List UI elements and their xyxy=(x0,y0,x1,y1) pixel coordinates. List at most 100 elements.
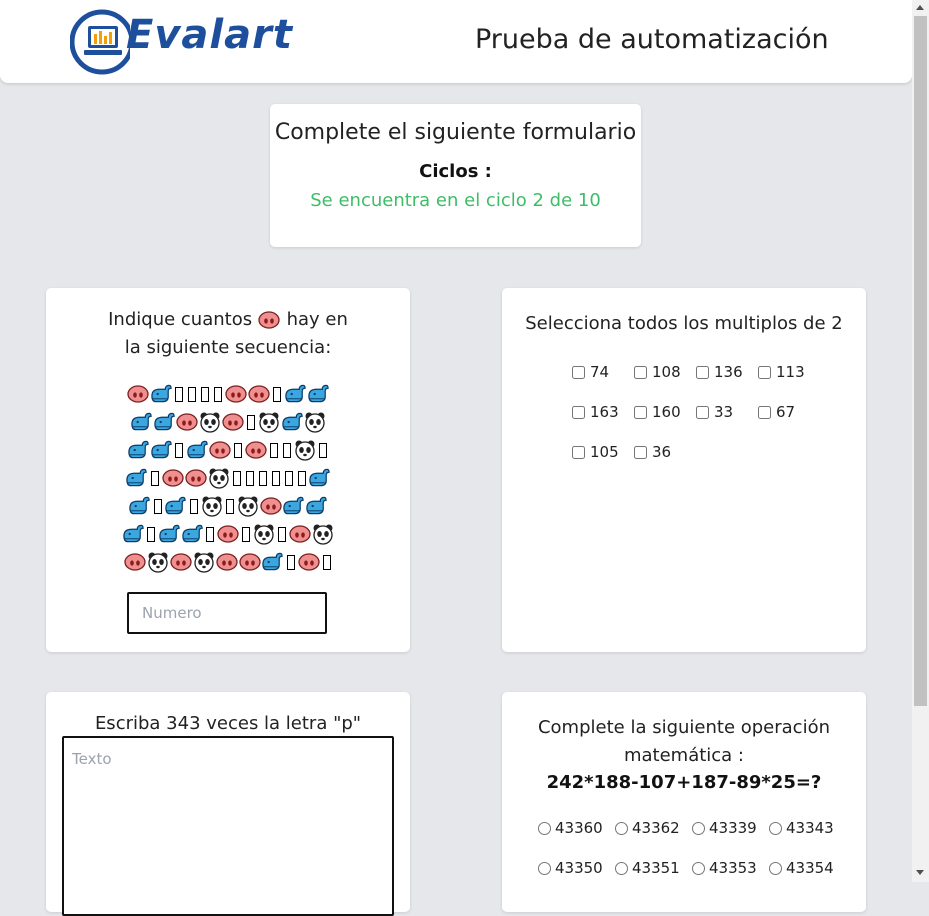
status-card: Complete el siguiente formulario Ciclos … xyxy=(270,104,641,247)
multiple-checkbox[interactable] xyxy=(572,405,585,419)
scroll-up-arrow-icon[interactable] xyxy=(916,5,924,10)
math-radio[interactable] xyxy=(692,861,705,875)
option-label: 43353 xyxy=(709,859,757,877)
multiple-checkbox[interactable] xyxy=(758,365,771,379)
whale-icon xyxy=(186,438,209,462)
missing-glyph-icon xyxy=(269,466,282,490)
whale-icon xyxy=(130,410,153,434)
multiple-checkbox[interactable] xyxy=(696,365,709,379)
count-input[interactable] xyxy=(127,592,327,634)
multiple-option[interactable]: 33 xyxy=(696,403,758,421)
option-label: 67 xyxy=(776,403,796,421)
math-radio[interactable] xyxy=(692,821,705,835)
missing-glyph-icon xyxy=(212,382,225,406)
multiple-option[interactable]: 105 xyxy=(572,443,634,461)
multiple-checkbox[interactable] xyxy=(696,405,709,419)
pig-nose-icon xyxy=(258,308,281,332)
math-option[interactable]: 43354 xyxy=(769,859,846,877)
missing-glyph-icon xyxy=(240,522,253,546)
multiple-option[interactable]: 108 xyxy=(634,363,696,381)
math-option[interactable]: 43339 xyxy=(692,819,769,837)
pig-nose-icon xyxy=(259,494,282,518)
math-options: 43360 43362 43339 43343 43350 43351 43353 43354 xyxy=(538,808,846,888)
panda-icon xyxy=(146,550,169,574)
math-radio[interactable] xyxy=(538,821,551,835)
math-radio[interactable] xyxy=(615,821,628,835)
scroll-down-arrow-icon[interactable] xyxy=(916,870,924,875)
panda-icon xyxy=(236,494,259,518)
math-option[interactable]: 43360 xyxy=(538,819,615,837)
multiple-option[interactable]: 136 xyxy=(696,363,758,381)
missing-glyph-icon xyxy=(151,494,164,518)
panda-icon xyxy=(199,410,222,434)
option-label: 43351 xyxy=(632,859,680,877)
options-row: 163 160 33 67 xyxy=(572,392,820,432)
evalart-logo[interactable]: Evalart xyxy=(69,8,320,78)
question-line2: la siguiente secuencia: xyxy=(124,337,332,358)
multiple-option[interactable]: 67 xyxy=(758,403,820,421)
multiple-checkbox[interactable] xyxy=(634,365,647,379)
multiple-option[interactable]: 36 xyxy=(634,443,696,461)
panda-icon xyxy=(192,550,215,574)
multiple-checkbox[interactable] xyxy=(634,445,647,459)
math-option[interactable]: 43362 xyxy=(615,819,692,837)
missing-glyph-icon xyxy=(320,550,333,574)
multiple-option[interactable]: 113 xyxy=(758,363,820,381)
page-scrollbar[interactable] xyxy=(912,0,929,882)
multiple-option[interactable]: 74 xyxy=(572,363,634,381)
options-row: 105 36 xyxy=(572,432,820,472)
math-option[interactable]: 43350 xyxy=(538,859,615,877)
cycles-status: Se encuentra en el ciclo 2 de 10 xyxy=(310,190,601,211)
missing-glyph-icon xyxy=(186,382,199,406)
whale-icon xyxy=(125,466,148,490)
missing-glyph-icon xyxy=(230,466,243,490)
math-radio[interactable] xyxy=(538,861,551,875)
math-option[interactable]: 43351 xyxy=(615,859,692,877)
cycles-label: Ciclos : xyxy=(419,161,492,182)
math-radio[interactable] xyxy=(769,821,782,835)
option-label: 105 xyxy=(590,443,619,461)
whale-icon xyxy=(282,494,305,518)
multiple-checkbox[interactable] xyxy=(572,445,585,459)
whale-icon xyxy=(150,438,173,462)
whale-icon xyxy=(153,410,176,434)
multiple-checkbox[interactable] xyxy=(758,405,771,419)
sequence-row xyxy=(122,520,335,548)
scroll-thumb[interactable] xyxy=(914,16,927,706)
multiple-option[interactable]: 160 xyxy=(634,403,696,421)
math-radio[interactable] xyxy=(615,861,628,875)
pig-nose-icon xyxy=(225,382,248,406)
math-expression: 242*188-107+187-89*25=? xyxy=(546,772,822,793)
missing-glyph-icon xyxy=(243,466,256,490)
multiple-checkbox[interactable] xyxy=(572,365,585,379)
missing-glyph-icon xyxy=(276,522,289,546)
pig-nose-icon xyxy=(217,522,240,546)
whale-icon xyxy=(261,550,284,574)
missing-glyph-icon xyxy=(281,438,294,462)
panda-icon xyxy=(200,494,223,518)
sequence-row xyxy=(127,380,330,408)
multiple-checkbox[interactable] xyxy=(634,405,647,419)
text-question: Escriba 343 veces la letra "p" xyxy=(94,713,362,734)
multiple-option[interactable]: 163 xyxy=(572,403,634,421)
math-radio[interactable] xyxy=(769,861,782,875)
missing-glyph-icon xyxy=(173,382,186,406)
whale-icon xyxy=(158,522,181,546)
option-label: 33 xyxy=(714,403,734,421)
math-option[interactable]: 43353 xyxy=(692,859,769,877)
multiples-question-card: Selecciona todos los multiplos de 2 74 10… xyxy=(502,288,866,652)
missing-glyph-icon xyxy=(282,466,295,490)
missing-glyph-icon xyxy=(148,466,161,490)
option-label: 113 xyxy=(776,363,805,381)
panda-icon xyxy=(253,522,276,546)
text-answer-field[interactable] xyxy=(62,736,394,916)
sequence-row xyxy=(125,464,331,492)
pig-nose-icon xyxy=(184,466,207,490)
sequence-row xyxy=(123,548,333,576)
whale-icon xyxy=(150,382,173,406)
pig-nose-icon xyxy=(161,466,184,490)
math-option[interactable]: 43343 xyxy=(769,819,846,837)
sequence-row xyxy=(130,408,327,436)
whale-icon xyxy=(127,438,150,462)
pig-nose-icon xyxy=(123,550,146,574)
